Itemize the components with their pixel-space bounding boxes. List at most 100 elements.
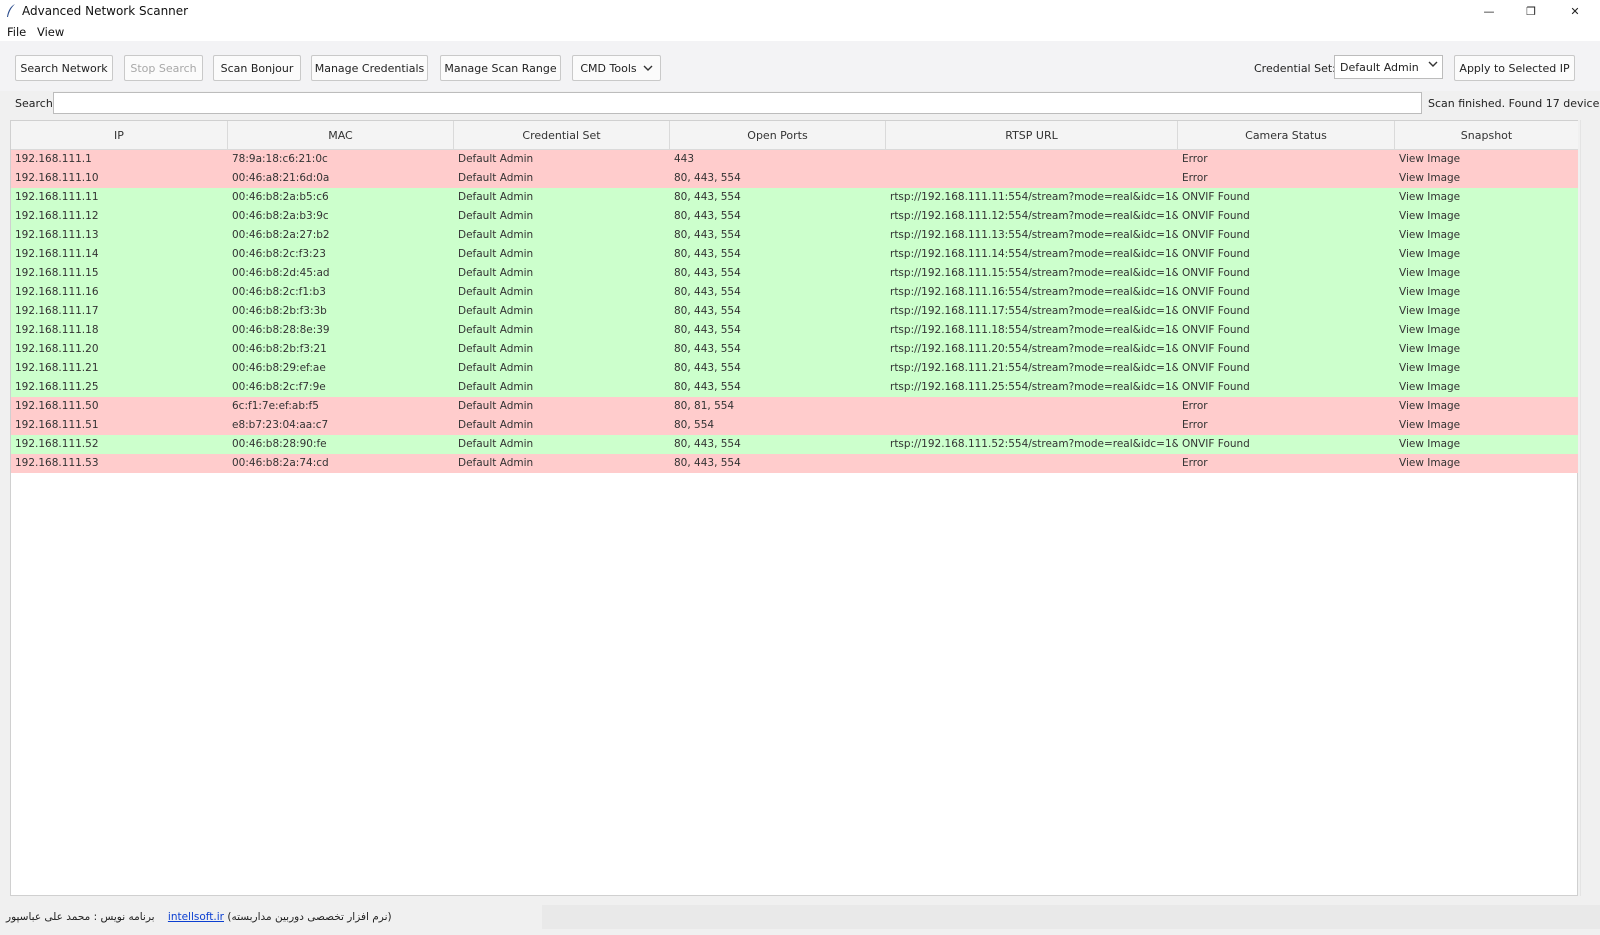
table-row[interactable]: 192.168.111.18 00:46:b8:28:8e:39 Default A… (11, 321, 1578, 340)
table-row[interactable]: 192.168.111.15 00:46:b8:2d:45:ad Default A… (11, 264, 1578, 283)
column-header-credential-set[interactable]: Credential Set (454, 121, 670, 149)
table-row[interactable]: 192.168.111.13 00:46:b8:2a:27:b2 Default A… (11, 226, 1578, 245)
cell-camera-status: ONVIF Found (1182, 362, 1250, 374)
chevron-down-icon (643, 65, 653, 71)
footer-website-link[interactable]: intellsoft.ir (168, 911, 224, 923)
table-row[interactable]: 192.168.111.20 00:46:b8:2b:f3:21 Default A… (11, 340, 1578, 359)
cell-rtsp-url: rtsp://192.168.111.13:554/stream?mode=re… (890, 229, 1178, 241)
cell-snapshot-link[interactable]: View Image (1395, 359, 1578, 378)
cell-ip: 192.168.111.50 (15, 400, 99, 412)
restore-button[interactable]: ❐ (1508, 0, 1554, 22)
cell-snapshot-link[interactable]: View Image (1395, 150, 1578, 169)
scan-bonjour-button[interactable]: Scan Bonjour (213, 55, 301, 81)
cell-snapshot-link[interactable]: View Image (1395, 321, 1578, 340)
manage-scan-range-button[interactable]: Manage Scan Range (440, 55, 561, 81)
column-header-rtsp-url[interactable]: RTSP URL (886, 121, 1178, 149)
cell-snapshot-link[interactable]: View Image (1395, 435, 1578, 454)
cell-snapshot-link[interactable]: View Image (1395, 340, 1578, 359)
cell-open-ports: 80, 443, 554 (674, 229, 741, 241)
column-header-snapshot[interactable]: Snapshot (1395, 121, 1578, 149)
apply-selected-ip-button[interactable]: Apply to Selected IP (1454, 55, 1575, 81)
cell-rtsp-url: rtsp://192.168.111.17:554/stream?mode=re… (890, 305, 1178, 317)
table-row[interactable]: 192.168.111.25 00:46:b8:2c:f7:9e Default A… (11, 378, 1578, 397)
cell-snapshot-link[interactable]: View Image (1395, 397, 1578, 416)
table-row[interactable]: 192.168.111.10 00:46:a8:21:6d:0a Default A… (11, 169, 1578, 188)
window-title: Advanced Network Scanner (22, 4, 189, 18)
cell-snapshot-link[interactable]: View Image (1395, 264, 1578, 283)
chevron-down-icon (1428, 61, 1438, 67)
table-row[interactable]: 192.168.111.16 00:46:b8:2c:f1:b3 Default A… (11, 283, 1578, 302)
cell-mac: 6c:f1:7e:ef:ab:f5 (232, 400, 319, 412)
search-network-button[interactable]: Search Network (15, 55, 113, 81)
cell-mac: e8:b7:23:04:aa:c7 (232, 419, 329, 431)
cell-rtsp-url: rtsp://192.168.111.14:554/stream?mode=re… (890, 248, 1178, 260)
table-row[interactable]: 192.168.111.1 78:9a:18:c6:21:0c Default Ad… (11, 150, 1578, 169)
cell-snapshot-link[interactable]: View Image (1395, 283, 1578, 302)
minimize-button[interactable]: — (1466, 0, 1512, 22)
column-header-camera-status[interactable]: Camera Status (1178, 121, 1395, 149)
cell-snapshot-link[interactable]: View Image (1395, 302, 1578, 321)
cell-open-ports: 80, 443, 554 (674, 172, 741, 184)
cell-ip: 192.168.111.12 (15, 210, 99, 222)
search-label: Search: (15, 97, 57, 110)
menu-file[interactable]: File (7, 25, 26, 39)
cell-open-ports: 80, 443, 554 (674, 362, 741, 374)
cell-camera-status: Error (1182, 419, 1208, 431)
table-row[interactable]: 192.168.111.51 e8:b7:23:04:aa:c7 Default A… (11, 416, 1578, 435)
cell-mac: 00:46:b8:28:90:fe (232, 438, 327, 450)
cell-mac: 00:46:b8:2c:f1:b3 (232, 286, 326, 298)
credential-set-label: Credential Set: (1254, 62, 1336, 75)
column-header-mac[interactable]: MAC (228, 121, 454, 149)
cell-mac: 00:46:b8:28:8e:39 (232, 324, 330, 336)
cell-mac: 00:46:b8:29:ef:ae (232, 362, 326, 374)
cell-snapshot-link[interactable]: View Image (1395, 454, 1578, 473)
column-header-ip[interactable]: IP (11, 121, 228, 149)
cell-credential-set: Default Admin (458, 172, 534, 184)
close-button[interactable]: ✕ (1552, 0, 1598, 22)
cell-open-ports: 80, 443, 554 (674, 438, 741, 450)
table-scrollbar[interactable] (1580, 120, 1589, 896)
cell-ip: 192.168.111.21 (15, 362, 99, 374)
cell-rtsp-url (886, 416, 1178, 435)
cell-snapshot-link[interactable]: View Image (1395, 207, 1578, 226)
cell-mac: 00:46:b8:2a:b5:c6 (232, 191, 329, 203)
cmd-tools-label: CMD Tools (580, 61, 637, 75)
cell-camera-status: ONVIF Found (1182, 229, 1250, 241)
cell-camera-status: ONVIF Found (1182, 267, 1250, 279)
cell-mac: 00:46:b8:2a:27:b2 (232, 229, 330, 241)
cell-ip: 192.168.111.10 (15, 172, 99, 184)
cell-rtsp-url: rtsp://192.168.111.16:554/stream?mode=re… (890, 286, 1178, 298)
cell-credential-set: Default Admin (458, 362, 534, 374)
table-row[interactable]: 192.168.111.14 00:46:b8:2c:f3:23 Default A… (11, 245, 1578, 264)
close-icon: ✕ (1570, 4, 1580, 18)
cell-mac: 00:46:b8:2b:f3:21 (232, 343, 327, 355)
cell-camera-status: ONVIF Found (1182, 210, 1250, 222)
search-input[interactable] (53, 92, 1422, 114)
table-row[interactable]: 192.168.111.50 6c:f1:7e:ef:ab:f5 Default A… (11, 397, 1578, 416)
cell-snapshot-link[interactable]: View Image (1395, 416, 1578, 435)
table-row[interactable]: 192.168.111.17 00:46:b8:2b:f3:3b Default A… (11, 302, 1578, 321)
cell-ip: 192.168.111.20 (15, 343, 99, 355)
cell-snapshot-link[interactable]: View Image (1395, 188, 1578, 207)
menu-bar: File View (0, 22, 1600, 41)
table-row[interactable]: 192.168.111.11 00:46:b8:2a:b5:c6 Default A… (11, 188, 1578, 207)
cell-snapshot-link[interactable]: View Image (1395, 245, 1578, 264)
column-header-open-ports[interactable]: Open Ports (670, 121, 886, 149)
cell-snapshot-link[interactable]: View Image (1395, 378, 1578, 397)
stop-search-button[interactable]: Stop Search (124, 55, 203, 81)
cell-camera-status: Error (1182, 400, 1208, 412)
credential-set-select[interactable]: Default Admin (1334, 55, 1443, 79)
cell-snapshot-link[interactable]: View Image (1395, 169, 1578, 188)
table-row[interactable]: 192.168.111.12 00:46:b8:2a:b3:9c Default A… (11, 207, 1578, 226)
table-row[interactable]: 192.168.111.21 00:46:b8:29:ef:ae Default A… (11, 359, 1578, 378)
table-header: IP MAC Credential Set Open Ports RTSP UR… (11, 121, 1578, 150)
cell-snapshot-link[interactable]: View Image (1395, 226, 1578, 245)
table-row[interactable]: 192.168.111.52 00:46:b8:28:90:fe Default A… (11, 435, 1578, 454)
title-bar: Advanced Network Scanner — ❐ ✕ (0, 0, 1600, 22)
table-row[interactable]: 192.168.111.53 00:46:b8:2a:74:cd Default A… (11, 454, 1578, 473)
menu-view[interactable]: View (37, 25, 64, 39)
manage-credentials-button[interactable]: Manage Credentials (311, 55, 428, 81)
cmd-tools-dropdown[interactable]: CMD Tools (572, 55, 661, 81)
cell-credential-set: Default Admin (458, 153, 534, 165)
cell-open-ports: 80, 554 (674, 419, 715, 431)
